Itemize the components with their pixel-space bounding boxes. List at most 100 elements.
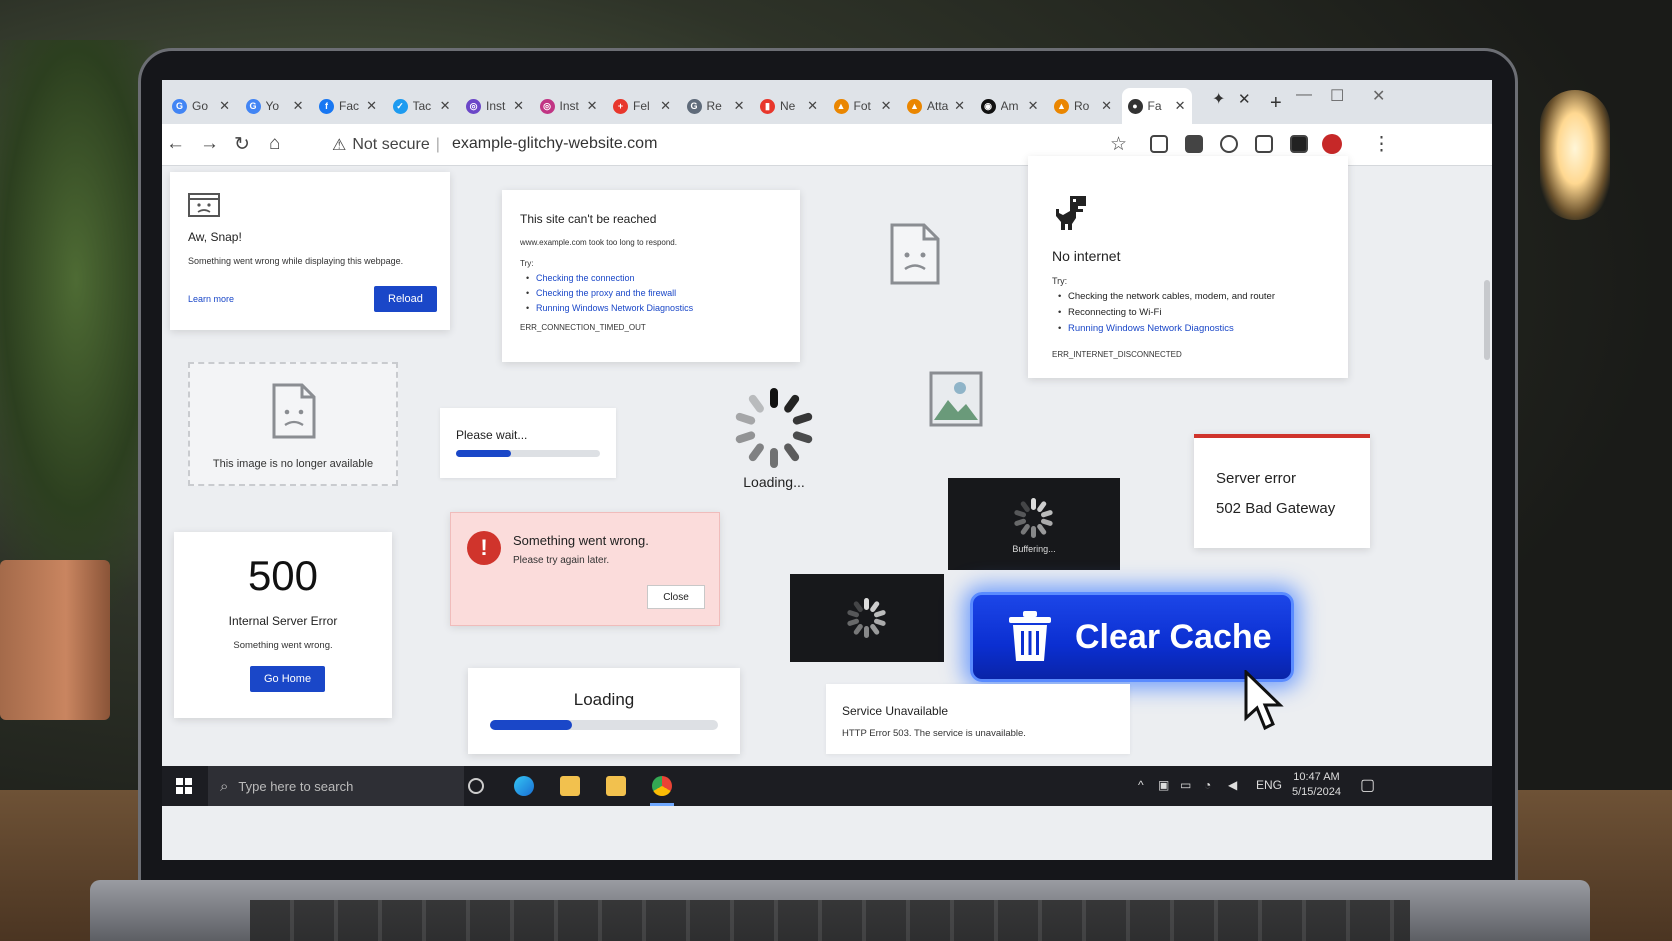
browser-tab[interactable]: + Fel ✕ <box>607 88 677 124</box>
tab-favicon-icon: G <box>172 98 187 114</box>
buffering-label: Buffering... <box>1012 544 1056 554</box>
browser-tab[interactable]: f Fac ✕ <box>313 88 383 124</box>
notification-icon[interactable]: ▢ <box>1360 775 1375 795</box>
extension-icon[interactable] <box>1220 135 1238 153</box>
suggestion-link[interactable]: Running Windows Network Diagnostics <box>1058 323 1275 334</box>
tab-label: Inst <box>559 99 579 113</box>
clear-cache-button[interactable]: Clear Cache <box>970 592 1294 682</box>
background-pot <box>0 560 110 720</box>
aw-snap-card: Aw, Snap! Something went wrong while dis… <box>170 172 450 330</box>
volume-icon[interactable]: ◀ <box>1228 778 1237 792</box>
go-home-button[interactable]: Go Home <box>250 666 326 692</box>
maximize-icon[interactable]: ☐ <box>1330 86 1344 106</box>
extension-icon[interactable] <box>1150 135 1168 153</box>
browser-tab[interactable]: ▲ Ro ✕ <box>1048 88 1118 124</box>
dialog-message: Please try again later. <box>513 555 610 566</box>
clock[interactable]: 10:47 AM 5/15/2024 <box>1292 770 1341 800</box>
reload-button[interactable]: Reload <box>374 286 437 312</box>
no-internet-suggestions: Checking the network cables, modem, and … <box>1052 286 1275 334</box>
file-explorer-icon[interactable] <box>606 776 626 796</box>
tab-search-icon[interactable]: ✦ <box>1212 89 1225 109</box>
tab-close-icon[interactable]: ✕ <box>1028 98 1039 114</box>
task-view-icon[interactable] <box>468 778 484 794</box>
chrome-icon[interactable] <box>652 776 672 796</box>
home-icon[interactable]: ⌂ <box>269 133 280 155</box>
sad-tab-icon <box>188 193 220 217</box>
close-window-icon[interactable]: ✕ <box>1372 86 1385 106</box>
browser-tab[interactable]: G Re ✕ <box>681 88 751 124</box>
close-button[interactable]: Close <box>647 585 705 609</box>
browser-tab[interactable]: ◎ Inst ✕ <box>534 88 604 124</box>
try-label: Try: <box>1052 276 1068 286</box>
taskbar-search[interactable]: ⌕ Type here to search <box>208 766 464 806</box>
windows-start-icon[interactable] <box>176 778 192 794</box>
forward-icon[interactable]: → <box>200 133 219 155</box>
tab-close-icon[interactable]: ✕ <box>807 98 818 114</box>
tab-favicon-icon: ▲ <box>907 98 922 114</box>
loading-bar-label: Loading <box>573 690 635 709</box>
security-indicator[interactable]: ⚠ Not secure | <box>332 135 440 155</box>
tab-label: Am <box>1000 99 1019 113</box>
browser-tab[interactable]: ▲ Fot ✕ <box>828 88 898 124</box>
tab-close-icon[interactable]: ✕ <box>1175 98 1186 114</box>
tab-close-icon[interactable]: ✕ <box>219 98 230 114</box>
browser-tab[interactable]: ▮ Ne ✕ <box>754 88 824 124</box>
tab-close-icon[interactable]: ✕ <box>513 98 524 114</box>
wifi-icon[interactable]: ◔ <box>1204 778 1211 792</box>
search-icon: ⌕ <box>220 777 229 795</box>
error-alert-icon: ! <box>467 531 501 565</box>
tab-close-icon[interactable]: ✕ <box>954 98 965 114</box>
spinner-segment <box>852 623 864 636</box>
tab-label: Inst <box>486 99 506 113</box>
suggestion-link[interactable]: Checking the proxy and the firewall <box>526 288 782 298</box>
menu-icon[interactable]: ⋮ <box>1372 133 1391 156</box>
file-explorer-icon[interactable] <box>560 776 580 796</box>
tab-close-icon[interactable]: ✕ <box>734 98 745 114</box>
extension-icon[interactable] <box>1255 135 1273 153</box>
browser-tab[interactable]: ◎ Inst ✕ <box>460 88 530 124</box>
tab-close-icon[interactable]: ✕ <box>1238 90 1251 108</box>
cant-reach-title: This site can't be reached <box>520 212 657 226</box>
browser-tab[interactable]: ▲ Atta ✕ <box>901 88 971 124</box>
tab-label: Fot <box>853 99 871 113</box>
tab-close-icon[interactable]: ✕ <box>587 98 598 114</box>
extensions-puzzle-icon[interactable] <box>1290 135 1308 153</box>
suggestion-link[interactable]: Checking the connection <box>526 273 782 283</box>
spinner-segment <box>1040 509 1054 518</box>
profile-avatar[interactable] <box>1322 134 1342 154</box>
tab-close-icon[interactable]: ✕ <box>881 98 892 114</box>
tab-close-icon[interactable]: ✕ <box>660 98 671 114</box>
loading-bar-progress <box>490 720 573 730</box>
tab-label: Re <box>706 99 722 113</box>
extension-icon[interactable] <box>1185 135 1203 153</box>
language-indicator[interactable]: ENG <box>1256 778 1282 792</box>
edge-icon[interactable] <box>514 776 534 796</box>
browser-tab[interactable]: ◉ Am ✕ <box>975 88 1045 124</box>
learn-more-link[interactable]: Learn more <box>188 294 234 304</box>
active-app-indicator <box>650 803 674 806</box>
browser-tab[interactable]: ● Fa ✕ <box>1121 88 1192 124</box>
url-field[interactable]: example-glitchy-website.com <box>452 135 657 153</box>
tab-close-icon[interactable]: ✕ <box>440 98 451 114</box>
browser-tab[interactable]: G Go ✕ <box>166 88 236 124</box>
tab-favicon-icon: ▲ <box>833 98 849 114</box>
battery-icon[interactable]: ▭ <box>1180 778 1191 792</box>
chevron-up-icon[interactable]: ^ <box>1138 778 1144 792</box>
tray-icon[interactable]: ▣ <box>1158 778 1169 792</box>
trash-icon <box>1009 611 1051 661</box>
tab-close-icon[interactable]: ✕ <box>1101 98 1112 114</box>
background-lamp <box>1540 90 1610 220</box>
back-icon[interactable]: ← <box>166 133 185 155</box>
browser-tab[interactable]: G Yo ✕ <box>240 88 310 124</box>
suggestion-link[interactable]: Running Windows Network Diagnostics <box>526 303 782 313</box>
tab-close-icon[interactable]: ✕ <box>293 98 304 114</box>
bookmark-star-icon[interactable]: ☆ <box>1110 133 1127 156</box>
reload-icon[interactable]: ↻ <box>234 133 250 156</box>
scrollbar-thumb[interactable] <box>1484 280 1490 360</box>
minimize-icon[interactable]: — <box>1296 86 1312 104</box>
browser-tab[interactable]: ✓ Tac ✕ <box>387 88 457 124</box>
new-tab-button[interactable]: + <box>1270 92 1282 115</box>
tab-close-icon[interactable]: ✕ <box>366 98 377 114</box>
loading-spinner <box>734 388 814 468</box>
spinner-segment <box>1019 523 1031 536</box>
